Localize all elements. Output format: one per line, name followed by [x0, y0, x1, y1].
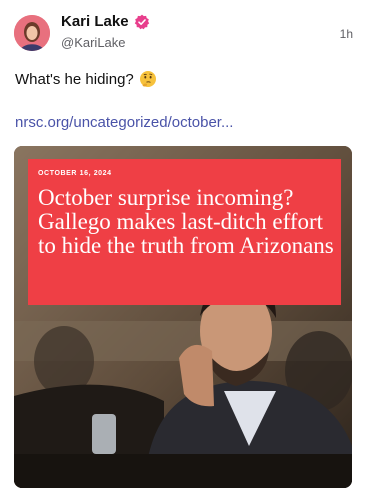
post-timestamp[interactable]: 1h: [340, 27, 353, 41]
post: Kari Lake @KariLake 1h What's he hiding?…: [0, 0, 367, 500]
author-info: Kari Lake @KariLake: [61, 13, 150, 50]
post-text: What's he hiding?: [15, 70, 157, 88]
headline-banner: OCTOBER 16, 2024 October surprise incomi…: [28, 159, 341, 305]
article-headline: October surprise incoming? Gallego makes…: [38, 185, 334, 258]
link-preview-card[interactable]: OCTOBER 16, 2024 October surprise incomi…: [14, 146, 352, 488]
article-date: OCTOBER 16, 2024: [38, 170, 112, 177]
author-handle[interactable]: @KariLake: [61, 35, 150, 50]
author-avatar[interactable]: [14, 15, 50, 51]
avatar-portrait-icon: [14, 15, 50, 51]
post-text-body: What's he hiding?: [15, 70, 134, 88]
verified-badge-icon: [134, 14, 149, 29]
author-name[interactable]: Kari Lake: [61, 13, 129, 30]
author-name-row: Kari Lake: [61, 13, 150, 30]
post-link[interactable]: nrsc.org/uncategorized/october...: [15, 114, 233, 131]
thinking-face-emoji-icon: [139, 71, 156, 87]
